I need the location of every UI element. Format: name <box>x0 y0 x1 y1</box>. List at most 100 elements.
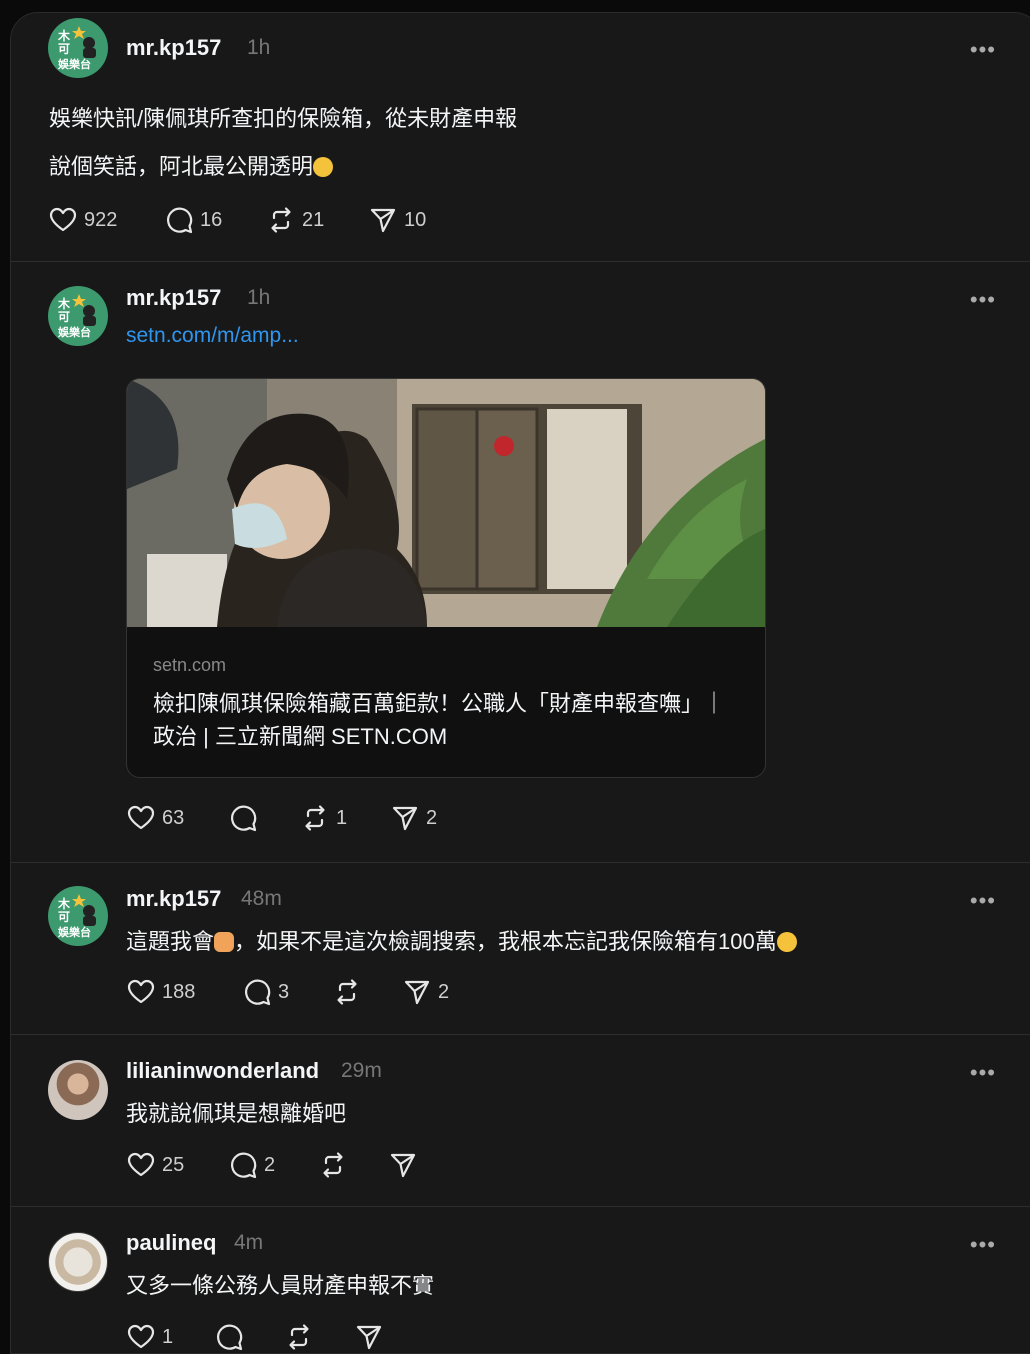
heart-icon <box>127 979 155 1004</box>
share-icon <box>370 208 396 233</box>
heart-icon <box>127 1324 155 1349</box>
avatar[interactable] <box>48 1060 108 1120</box>
like-count: 922 <box>84 208 118 231</box>
share-button[interactable]: 2 <box>402 977 482 1007</box>
username[interactable]: mr.kp157 <box>126 886 221 912</box>
post: lilianinwonderland 29m ••• 我就說佩琪是想離婚吧 25… <box>11 1034 1030 1207</box>
avatar[interactable]: 木 可 娛樂台 <box>48 886 108 946</box>
repost-count: 21 <box>302 208 325 231</box>
comment-count: 2 <box>264 1153 276 1176</box>
avatar[interactable] <box>48 1232 108 1292</box>
post: 木 可 娛樂台 mr.kp157 1h ••• 娛樂快訊/陳佩琪所查扣的保險箱，… <box>11 13 1030 262</box>
username[interactable]: mr.kp157 <box>126 285 221 311</box>
like-button[interactable]: 25 <box>126 1150 228 1180</box>
threads-feed: 木 可 娛樂台 mr.kp157 1h ••• 娛樂快訊/陳佩琪所查扣的保險箱，… <box>10 12 1030 1354</box>
comment-button[interactable] <box>214 1322 284 1352</box>
repost-icon <box>337 979 357 1005</box>
like-count: 1 <box>162 1325 174 1348</box>
post-text: 這題我會 ，如果不是這次檢調搜索，我根本忘記我保險箱有100萬 <box>126 924 797 956</box>
timestamp: 4m <box>234 1231 264 1254</box>
comment-icon <box>231 805 257 832</box>
like-button[interactable]: 188 <box>126 977 242 1007</box>
comment-button[interactable]: 16 <box>164 205 266 235</box>
repost-icon <box>305 805 325 831</box>
username[interactable]: mr.kp157 <box>126 35 221 61</box>
like-button[interactable]: 922 <box>48 205 164 235</box>
relieved-face-emoji-icon <box>313 157 334 177</box>
comment-button[interactable]: 2 <box>228 1150 318 1180</box>
comment-icon <box>167 207 193 234</box>
svg-text:木: 木 <box>57 896 71 911</box>
more-icon[interactable]: ••• <box>970 289 996 311</box>
post-text: 又多一條公務人員財產申報不實 <box>126 1273 435 1298</box>
post: paulineq 4m ••• 又多一條公務人員財產申報不實 1 <box>11 1206 1030 1353</box>
post-link[interactable]: setn.com/m/amp... <box>126 324 299 348</box>
post-text-part: 這題我會 <box>126 929 215 954</box>
timestamp: 29m <box>341 1059 382 1082</box>
repost-icon <box>289 1324 309 1350</box>
svg-text:可: 可 <box>58 910 70 924</box>
more-icon[interactable]: ••• <box>970 39 996 61</box>
more-icon[interactable]: ••• <box>970 1234 996 1256</box>
share-button[interactable]: 2 <box>390 803 470 833</box>
more-icon[interactable]: ••• <box>970 890 996 912</box>
share-button[interactable]: 10 <box>368 205 468 235</box>
share-icon <box>356 1325 382 1350</box>
heart-icon <box>49 207 77 232</box>
comment-icon <box>217 1324 243 1351</box>
avatar[interactable]: 木 可 娛樂台 <box>48 286 108 346</box>
post-text-part: ，如果不是這次檢調搜索，我根本忘記我保險箱有100萬 <box>234 929 777 954</box>
like-button[interactable]: 1 <box>126 1322 214 1352</box>
timestamp: 48m <box>241 887 282 910</box>
repost-button[interactable] <box>284 1322 354 1352</box>
heart-icon <box>127 805 155 830</box>
repost-button[interactable] <box>318 1150 388 1180</box>
repost-icon <box>323 1152 343 1178</box>
username[interactable]: paulineq <box>126 1230 216 1256</box>
svg-text:娛樂台: 娛樂台 <box>57 57 91 71</box>
card-title: 檢扣陳佩琪保險箱藏百萬鉅款！公職人「財產申報查嘸」｜政治 | 三立新聞網 SET… <box>153 691 726 749</box>
svg-text:木: 木 <box>57 296 71 311</box>
svg-text:娛樂台: 娛樂台 <box>57 325 91 339</box>
link-preview-image <box>127 379 765 627</box>
person-raising-hand-emoji-icon <box>214 932 235 952</box>
share-button[interactable] <box>388 1150 448 1180</box>
post-text-line: 說個笑話，阿北最公開透明 <box>49 154 314 179</box>
post-text: 我就說佩琪是想離婚吧 <box>126 1101 347 1126</box>
more-icon[interactable]: ••• <box>970 1062 996 1084</box>
action-bar: 922 16 21 10 <box>48 203 468 237</box>
repost-icon <box>271 207 291 233</box>
action-bar: 188 3 2 <box>126 975 482 1009</box>
repost-count: 1 <box>336 806 348 829</box>
svg-text:可: 可 <box>58 310 70 324</box>
timestamp: 1h <box>247 36 271 59</box>
comment-button[interactable] <box>228 803 300 833</box>
share-icon <box>404 980 430 1005</box>
repost-button[interactable] <box>332 977 402 1007</box>
share-count: 2 <box>426 806 438 829</box>
card-domain: setn.com <box>153 655 227 675</box>
avatar[interactable]: 木 可 娛樂台 <box>48 18 108 78</box>
comment-icon <box>231 1152 257 1179</box>
timestamp: 1h <box>247 286 271 309</box>
share-icon <box>392 806 418 831</box>
share-icon <box>390 1153 416 1178</box>
post: 木 可 娛樂台 mr.kp157 48m ••• 這題我會 ，如果不是這次檢調搜索… <box>11 862 1030 1035</box>
action-bar: 63 1 2 <box>126 801 470 835</box>
like-count: 63 <box>162 806 185 829</box>
action-bar: 25 2 <box>126 1148 448 1182</box>
comment-button[interactable]: 3 <box>242 977 332 1007</box>
repost-button[interactable]: 21 <box>266 205 368 235</box>
username[interactable]: lilianinwonderland <box>126 1058 319 1084</box>
svg-text:可: 可 <box>58 42 70 56</box>
share-count: 2 <box>438 980 450 1003</box>
share-button[interactable] <box>354 1322 414 1352</box>
repost-button[interactable]: 1 <box>300 803 390 833</box>
like-button[interactable]: 63 <box>126 803 228 833</box>
share-count: 10 <box>404 208 427 231</box>
link-preview-card[interactable]: setn.com 檢扣陳佩琪保險箱藏百萬鉅款！公職人「財產申報查嘸」｜政治 | … <box>126 378 766 778</box>
post-text: 娛樂快訊/陳佩琪所查扣的保險箱，從未財產申報 <box>49 106 518 131</box>
comment-count: 3 <box>278 980 290 1003</box>
comment-count: 16 <box>200 208 223 231</box>
post-text: 說個笑話，阿北最公開透明 <box>49 149 334 181</box>
